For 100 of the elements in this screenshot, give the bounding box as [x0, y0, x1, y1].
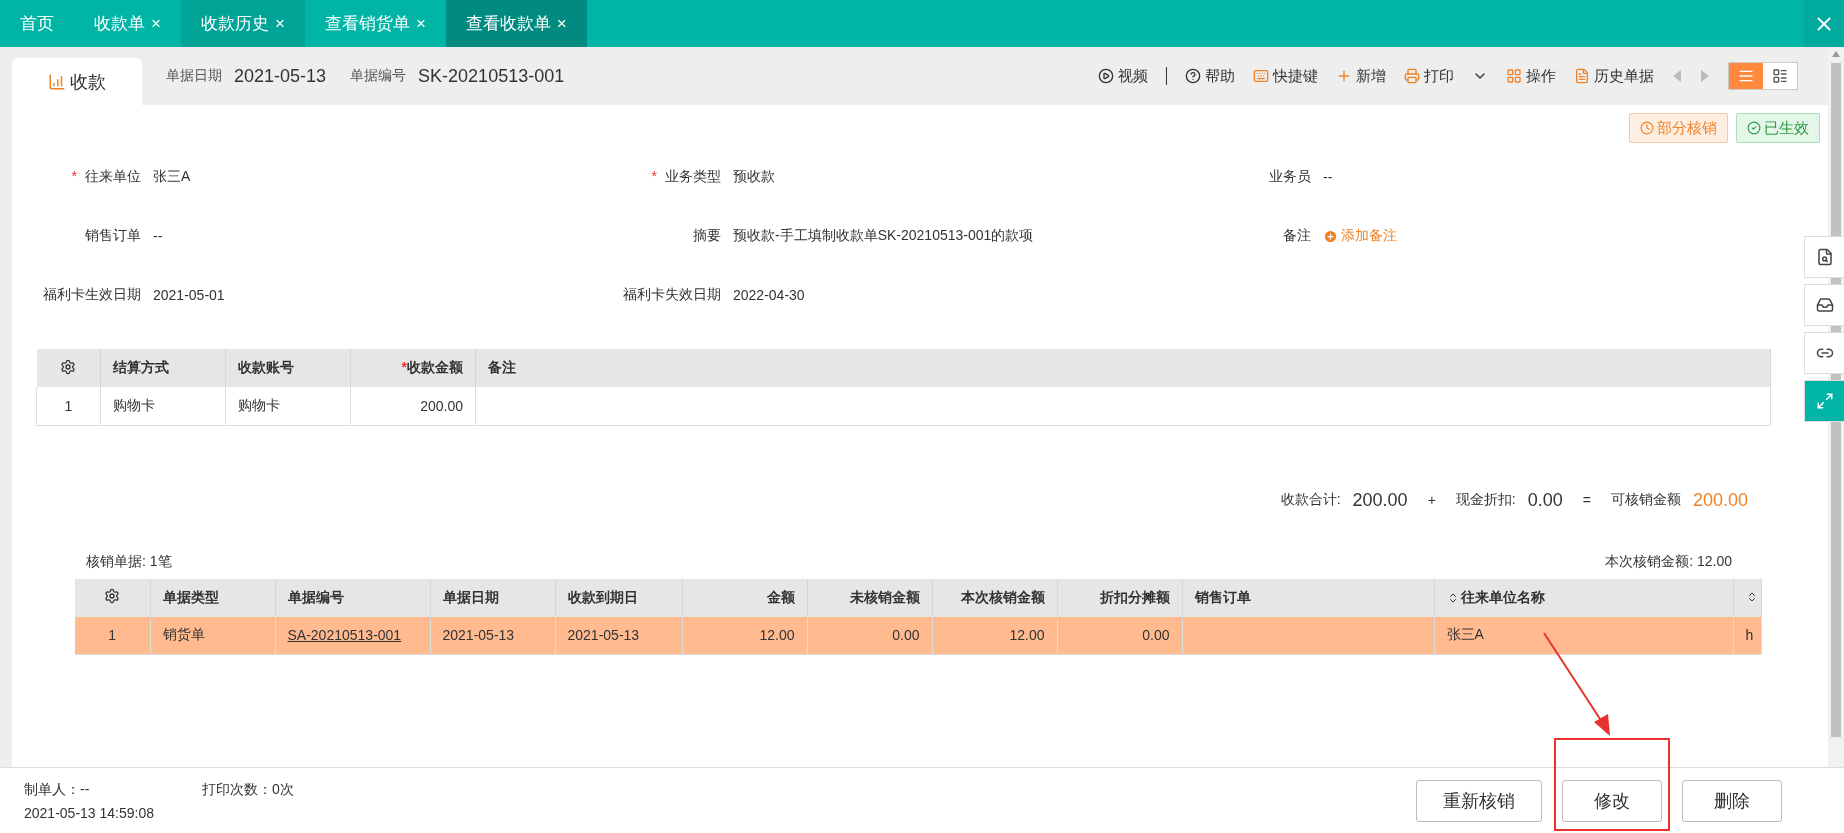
toolbar-button[interactable]: 打印: [1404, 66, 1454, 86]
field-label: 业务员: [1269, 168, 1311, 186]
total-value: 0.00: [1527, 489, 1563, 511]
column-header: 销售订单: [1182, 578, 1434, 617]
table-cell: 销货单: [150, 616, 275, 655]
table-cell: 0.00: [1057, 616, 1182, 655]
detail-view-button[interactable]: [1763, 63, 1797, 89]
footer-button[interactable]: 修改: [1562, 779, 1662, 822]
writeoff-amount: 本次核销金额: 12.00: [1605, 552, 1732, 571]
print-count-text: 打印次数：0次: [202, 780, 294, 799]
status-badge: 部分核销: [1629, 113, 1728, 143]
field-label: 备注: [1283, 227, 1311, 245]
column-header: 备注: [475, 349, 1771, 387]
total-label: 可核销金额: [1610, 491, 1681, 509]
field-label: 销售订单: [85, 227, 141, 245]
column-header: 收款账号: [225, 349, 351, 387]
column-header: 往来单位名称: [1434, 578, 1733, 617]
help-icon: [1185, 68, 1201, 84]
column-header: *收款金额: [350, 349, 476, 387]
total-value: 200.00: [1692, 489, 1748, 511]
settings-icon[interactable]: [104, 588, 121, 604]
total-label: 收款合计:: [1280, 491, 1341, 509]
printer-icon: [1404, 68, 1420, 84]
toolbar-button[interactable]: 帮助: [1185, 66, 1235, 86]
column-header: 结算方式: [100, 349, 226, 387]
document-search-icon: [1815, 248, 1834, 266]
number-label: 单据编号: [350, 67, 407, 85]
table-cell: 12.00: [932, 616, 1057, 655]
document-icon: [1574, 68, 1590, 84]
status-badge: 已生效: [1736, 113, 1820, 143]
field-value: 2021-05-01: [153, 287, 225, 303]
table-cell: 0.00: [807, 616, 932, 655]
expand-icon: [1815, 392, 1834, 410]
field-value: 张三A: [153, 168, 191, 186]
document-search-button[interactable]: [1804, 236, 1844, 278]
field-value: 预收款-手工填制收款单SK-20210513-001的款项: [733, 227, 1034, 245]
detail-list-icon: [1772, 68, 1788, 84]
table-cell: 张三A: [1434, 616, 1733, 655]
writeoff-count: 核销单据: 1笔: [86, 552, 172, 571]
column-header: 单据日期: [430, 578, 555, 617]
table-cell: 200.00: [350, 387, 476, 425]
toolbar-button[interactable]: 快捷键: [1253, 66, 1318, 86]
table-cell: 2021-05-13: [430, 616, 555, 655]
total-value: 200.00: [1352, 489, 1408, 511]
plus-circle-icon: [1323, 228, 1338, 244]
footer-button[interactable]: 删除: [1682, 779, 1782, 822]
field-label: 福利卡生效日期: [43, 286, 141, 304]
toolbar-button[interactable]: 操作: [1506, 66, 1556, 86]
play-icon: [1098, 68, 1114, 84]
timestamp-text: 2021-05-13 14:59:08: [24, 804, 154, 821]
list-icon: [1738, 68, 1754, 84]
date-label: 单据日期: [166, 67, 222, 85]
inbox-button[interactable]: [1804, 284, 1844, 326]
close-tab-icon[interactable]: ×: [556, 13, 567, 34]
table-cell: 购物卡: [225, 387, 351, 425]
settings-icon[interactable]: [60, 358, 77, 375]
toolbar-button[interactable]: 新增: [1336, 66, 1386, 86]
operator: =: [1582, 492, 1591, 508]
table-cell: h: [1733, 616, 1761, 655]
field-value: 2022-04-30: [733, 287, 805, 303]
required-mark: *: [651, 168, 657, 186]
toolbar-button[interactable]: 历史单据: [1574, 66, 1654, 86]
chart-icon: [48, 72, 66, 91]
inbox-icon: [1815, 296, 1834, 314]
row-number: 1: [36, 387, 101, 425]
creator-text: 制单人：--: [24, 780, 91, 799]
field-label: 摘要: [693, 227, 721, 245]
table-cell: 12.00: [682, 616, 807, 655]
grid-icon: [1506, 68, 1522, 84]
total-label: 现金折扣:: [1455, 491, 1516, 509]
row-number: 1: [75, 616, 150, 655]
column-header: 折扣分摊额: [1057, 578, 1182, 617]
field-label: 往来单位: [85, 168, 141, 186]
column-header: 单据编号: [275, 578, 430, 617]
document-tab[interactable]: 收款: [12, 58, 142, 105]
keyboard-icon: [1253, 68, 1269, 84]
number-value: SK-20210513-001: [418, 65, 565, 87]
column-header: 本次核销金额: [932, 578, 1057, 617]
column-header: 单据类型: [150, 578, 275, 617]
table-row[interactable]: 1 销货单 SA-20210513-001 2021-05-13 2021-05-13 12.00 0.00 12.00 0.00 张三A h: [75, 616, 1761, 655]
required-mark: *: [71, 168, 77, 186]
tab[interactable]: 查看收款单 ×: [445, 0, 587, 47]
operator: +: [1427, 492, 1436, 508]
field-value: --: [153, 228, 163, 244]
field-value: 预收款: [733, 168, 775, 186]
column-header: 未核销金额: [807, 578, 932, 617]
column-header: 收款到期日: [555, 578, 682, 617]
table-cell: 购物卡: [100, 387, 226, 425]
field-value: --: [1323, 169, 1333, 185]
field-label: 业务类型: [665, 168, 721, 186]
check-icon: [1747, 121, 1761, 135]
attachment-button[interactable]: [1804, 332, 1844, 374]
toolbar-button[interactable]: 视频: [1098, 66, 1148, 86]
plus-icon: [1336, 68, 1352, 84]
footer-button[interactable]: 重新核销: [1416, 779, 1542, 822]
field-label: 福利卡失效日期: [623, 286, 721, 304]
column-header: 金额: [682, 578, 807, 617]
clock-icon: [1640, 121, 1654, 135]
document-link[interactable]: SA-20210513-001: [287, 627, 402, 644]
date-value: 2021-05-13: [234, 65, 327, 87]
